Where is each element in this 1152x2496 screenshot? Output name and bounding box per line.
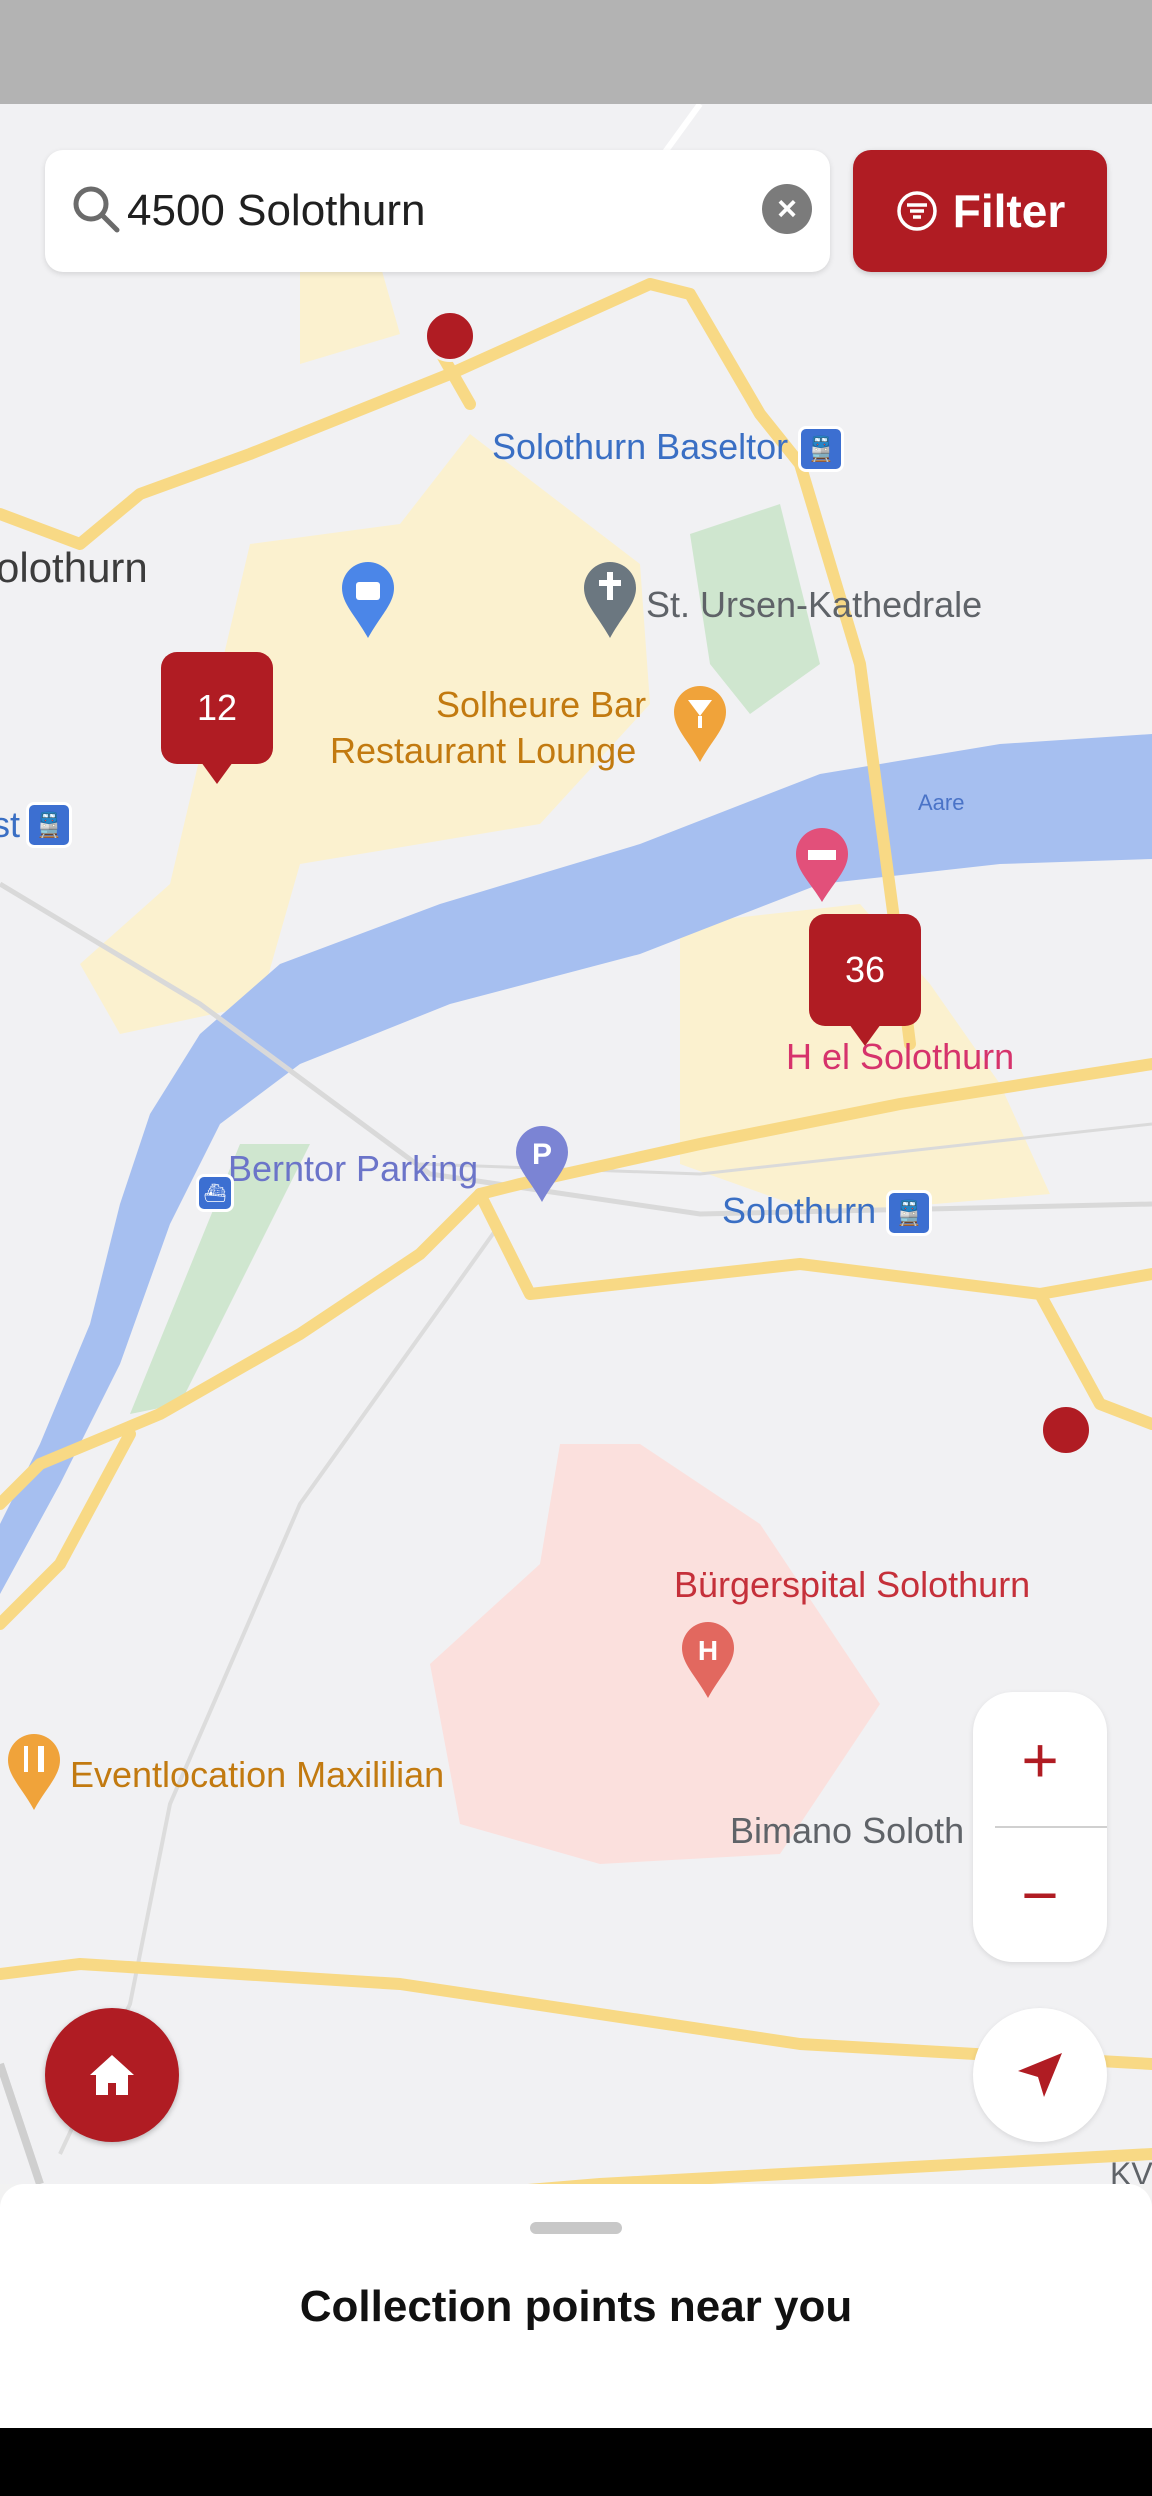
collection-point-marker[interactable] [424,310,476,362]
svg-text:H: H [698,1635,718,1666]
status-bar [0,0,1152,104]
sheet-title: Collection points near you [299,2282,853,2331]
parking-pin-icon[interactable]: P [512,1124,572,1204]
label-solothurn-baseltor[interactable]: Solothurn Baseltor [492,426,788,467]
hospital-pin-icon[interactable]: H [678,1620,738,1700]
shopping-pin-icon[interactable] [338,560,398,640]
label-bimano[interactable]: Bimano Soloth [730,1810,964,1851]
label-berntor-parking[interactable]: Berntor Parking [228,1148,478,1189]
svg-text:P: P [532,1138,552,1171]
system-navigation-bar [0,2428,1152,2496]
church-pin-icon[interactable] [580,560,640,640]
label-solheure-bar[interactable]: Solheure Bar [436,684,646,725]
my-location-button[interactable] [973,2008,1107,2142]
label-hotel-solothurn[interactable]: H el Solothurn [786,1036,1014,1077]
train-station-icon[interactable]: 🚆 [798,426,844,472]
label-aare: Aare [918,790,965,815]
clear-icon: × [777,189,797,228]
zoom-control: + − [973,1692,1107,1962]
drag-handle[interactable] [530,2222,622,2234]
label-buergerspital[interactable]: Bürgerspital Solothurn [674,1564,1030,1605]
search-input[interactable]: 4500 Solothurn [127,186,425,236]
label-kv: KV [1110,2156,1152,2184]
collection-point-marker[interactable] [1040,1404,1092,1456]
restaurant-pin-icon[interactable] [4,1732,64,1812]
bottom-sheet[interactable]: Collection points near you [0,2184,1152,2428]
ferry-icon[interactable]: ⛴ [196,1174,234,1212]
home-icon [90,2055,134,2095]
navigation-arrow-icon [1018,2053,1062,2097]
label-solothurn-station[interactable]: Solothurn [722,1190,876,1231]
zoom-out-button[interactable]: − [973,1827,1107,1962]
filter-button[interactable]: Filter [853,150,1107,272]
label-eventlocation[interactable]: Eventlocation Maxililian [70,1754,444,1795]
search-bar[interactable]: 4500 Solothurn × [45,150,830,272]
zoom-in-button[interactable]: + [973,1692,1107,1827]
train-station-icon[interactable]: 🚆 [26,802,72,848]
label-st-ursen-kathedrale[interactable]: St. Ursen-Kathedrale [646,584,982,625]
cluster-marker[interactable]: 12 [161,652,273,784]
filter-label: Filter [952,185,1066,237]
train-station-icon[interactable]: 🚆 [886,1190,932,1236]
clear-search-button[interactable]: × [762,184,812,234]
search-icon [73,186,120,233]
filter-icon [897,191,937,231]
label-solothurn-area: olothurn [0,544,148,591]
cluster-marker[interactable]: 36 [809,914,921,1046]
home-button[interactable] [45,2008,179,2142]
bar-pin-icon[interactable] [670,684,730,764]
label-station-west: st [0,804,21,845]
label-restaurant-lounge[interactable]: Restaurant Lounge [330,730,636,771]
hotel-pin-icon[interactable] [794,828,850,904]
